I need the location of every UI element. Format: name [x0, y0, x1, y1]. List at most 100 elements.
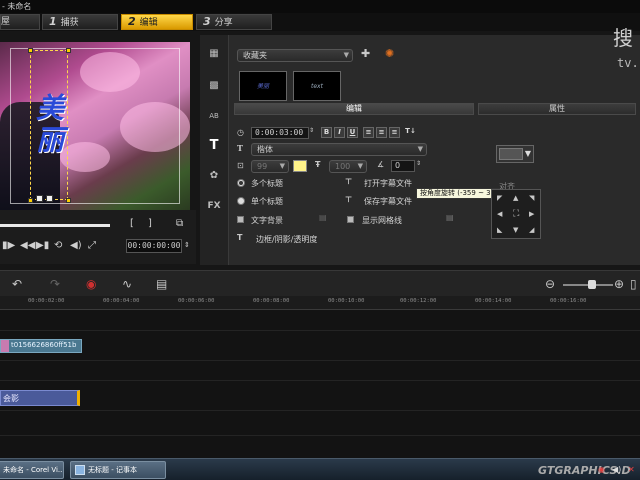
open-subtitle-label[interactable]: 打开字幕文件 — [364, 178, 412, 189]
library-thumb[interactable]: text — [293, 71, 341, 101]
align-top-right-icon[interactable]: ◥ — [529, 194, 534, 202]
title-icon[interactable]: AB — [206, 109, 222, 123]
media-icon[interactable]: ▦ — [206, 47, 222, 61]
volume-icon[interactable]: ◀) — [70, 240, 82, 251]
fit-project-icon[interactable]: ▯ — [630, 277, 637, 291]
graphics-icon[interactable]: ✿ — [206, 169, 222, 183]
transition-icon[interactable]: ▩ — [206, 79, 222, 93]
volume-tray-icon[interactable]: ◀) — [612, 465, 621, 474]
rotate-handle[interactable] — [46, 195, 53, 202]
scrub-bar[interactable] — [0, 224, 110, 227]
font-size-dropdown[interactable]: 99 ▼ — [251, 160, 289, 173]
align-right-icon[interactable]: ▶ — [529, 210, 534, 218]
tab-edit[interactable]: 编辑 — [234, 103, 474, 115]
align-center-icon[interactable]: ⛶ — [513, 209, 519, 219]
line-spacing-dropdown[interactable]: 100 ▼ — [329, 160, 367, 173]
step-tab-capture[interactable]: 1 捕获 — [42, 14, 118, 30]
app-window: - 未命名 屋 1 捕获 2 编辑 3 分享 美丽 [ ] ⧉ ▮▶ ◀◀ ▶▮ ⟲ … — [0, 0, 640, 480]
tray-icon[interactable]: ✕ — [628, 465, 635, 474]
mark-in-icon[interactable]: [ — [130, 218, 134, 229]
background-settings-icon[interactable]: ▤ — [319, 213, 327, 222]
tray-icon[interactable]: ◉ — [598, 465, 605, 474]
duration-field[interactable]: 0:00:03:00 — [251, 127, 309, 139]
italic-button[interactable]: I — [334, 127, 345, 138]
audio-mixer-icon[interactable]: ∿ — [122, 277, 132, 291]
underline-button[interactable]: U — [347, 127, 358, 138]
align-top-left-icon[interactable]: ◤ — [497, 194, 502, 202]
zoom-slider-handle[interactable] — [588, 280, 596, 289]
options-icon[interactable]: ✺ — [385, 47, 394, 60]
multi-title-radio[interactable] — [237, 179, 245, 187]
tab-attributes[interactable]: 属性 — [478, 103, 636, 115]
align-bottom-left-icon[interactable]: ◣ — [497, 226, 502, 234]
text-title-icon[interactable]: T — [206, 139, 222, 153]
text-direction-button[interactable]: T↓ — [405, 127, 416, 138]
step-number: 2 — [128, 15, 136, 28]
resize-handle[interactable] — [28, 198, 33, 203]
next-frame-icon[interactable]: ▶▮ — [36, 240, 49, 251]
border-shadow-icon[interactable]: T — [237, 233, 242, 242]
record-capture-icon[interactable]: ◉ — [86, 277, 96, 291]
title-clip[interactable]: 会影 — [0, 390, 80, 406]
color-selector[interactable]: ▼ — [496, 145, 534, 163]
align-left-icon[interactable]: ◀ — [497, 210, 502, 218]
align-position-pad[interactable]: ◤ ▲ ◥ ◀ ⛶ ▶ ◣ ▼ ◢ — [491, 189, 541, 239]
resize-handle[interactable] — [66, 48, 71, 53]
task-notepad[interactable]: 无标题 - 记事本 — [70, 461, 166, 479]
preview-title-text[interactable]: 美丽 — [30, 50, 68, 200]
rewind-icon[interactable]: ◀◀ — [20, 240, 35, 251]
angle-stepper-icon[interactable]: ⇕ — [416, 160, 421, 167]
library-dropdown[interactable]: 收藏夹 ▼ — [237, 49, 353, 62]
step-tab-edit[interactable]: 2 编辑 — [121, 14, 193, 30]
fx-icon[interactable]: FX — [206, 199, 222, 213]
bold-button[interactable]: B — [321, 127, 332, 138]
line-spacing-value: 100 — [335, 162, 351, 171]
video-clip[interactable]: t0156626860ff51b — [0, 339, 82, 353]
angle-field[interactable]: 0 — [391, 160, 415, 172]
align-left-button[interactable]: ≡ — [363, 127, 374, 138]
library-thumb[interactable]: 美丽 — [239, 71, 287, 101]
ruler-tick: 00:00:14:00 — [475, 298, 512, 304]
task-video-studio[interactable]: 未命名 - Corel Vi... — [0, 461, 64, 479]
text-background-checkbox[interactable] — [237, 216, 244, 223]
redo-icon[interactable]: ↷ — [50, 277, 60, 291]
add-favorite-icon[interactable]: ✚ — [361, 47, 370, 60]
split-clip-icon[interactable]: ⧉ — [176, 218, 183, 229]
align-right-button[interactable]: ≡ — [389, 127, 400, 138]
align-bottom-icon[interactable]: ▼ — [513, 226, 518, 234]
align-center-button[interactable]: ≡ — [376, 127, 387, 138]
undo-icon[interactable]: ↶ — [12, 277, 22, 291]
align-bottom-right-icon[interactable]: ◢ — [529, 226, 534, 234]
show-grid-checkbox[interactable] — [347, 216, 354, 223]
resize-handle[interactable] — [28, 48, 33, 53]
duration-stepper-icon[interactable]: ⇕ — [309, 127, 314, 134]
timeline-tracks[interactable]: t0156626860ff51b 会影 — [0, 310, 640, 458]
grid-settings-icon[interactable]: ▤ — [446, 213, 454, 222]
resize-handle[interactable] — [66, 198, 71, 203]
font-color-swatch[interactable] — [293, 160, 307, 172]
single-title-radio[interactable] — [237, 197, 245, 205]
font-dropdown[interactable]: 楷体 ▼ — [251, 143, 427, 156]
line-spacing-icon: Ŧ — [315, 160, 321, 169]
save-subtitle-label[interactable]: 保存字幕文件 — [364, 196, 412, 207]
border-shadow-label[interactable]: 边框/阴影/透明度 — [256, 234, 317, 245]
step-tab-share[interactable]: 3 分享 — [196, 14, 272, 30]
step-tab-left[interactable]: 屋 — [0, 14, 40, 30]
open-subtitle-icon[interactable]: ⊤ — [345, 177, 352, 186]
align-top-icon[interactable]: ▲ — [513, 194, 518, 202]
play-icon[interactable]: ▮▶ — [2, 240, 15, 251]
mark-out-icon[interactable]: ] — [148, 218, 152, 229]
rotate-handle[interactable] — [36, 195, 43, 202]
preview-timecode[interactable]: 00:00:00:00 — [126, 239, 182, 253]
color-swatch — [499, 148, 523, 160]
enlarge-icon[interactable]: ⤢ — [88, 240, 96, 251]
repeat-icon[interactable]: ⟲ — [54, 240, 62, 251]
preview-window[interactable]: 美丽 — [0, 42, 190, 210]
timeline-ruler[interactable]: 00:00:02:00 00:00:04:00 00:00:06:00 00:0… — [0, 296, 640, 310]
zoom-out-icon[interactable]: ⊖ — [545, 277, 555, 291]
zoom-in-icon[interactable]: ⊕ — [614, 277, 624, 291]
watermark-logo: 搜 — [613, 26, 633, 50]
save-subtitle-icon[interactable]: ⊤ — [345, 195, 352, 204]
timecode-stepper-icon[interactable]: ⇕ — [184, 241, 190, 249]
auto-music-icon[interactable]: ▤ — [156, 277, 167, 291]
